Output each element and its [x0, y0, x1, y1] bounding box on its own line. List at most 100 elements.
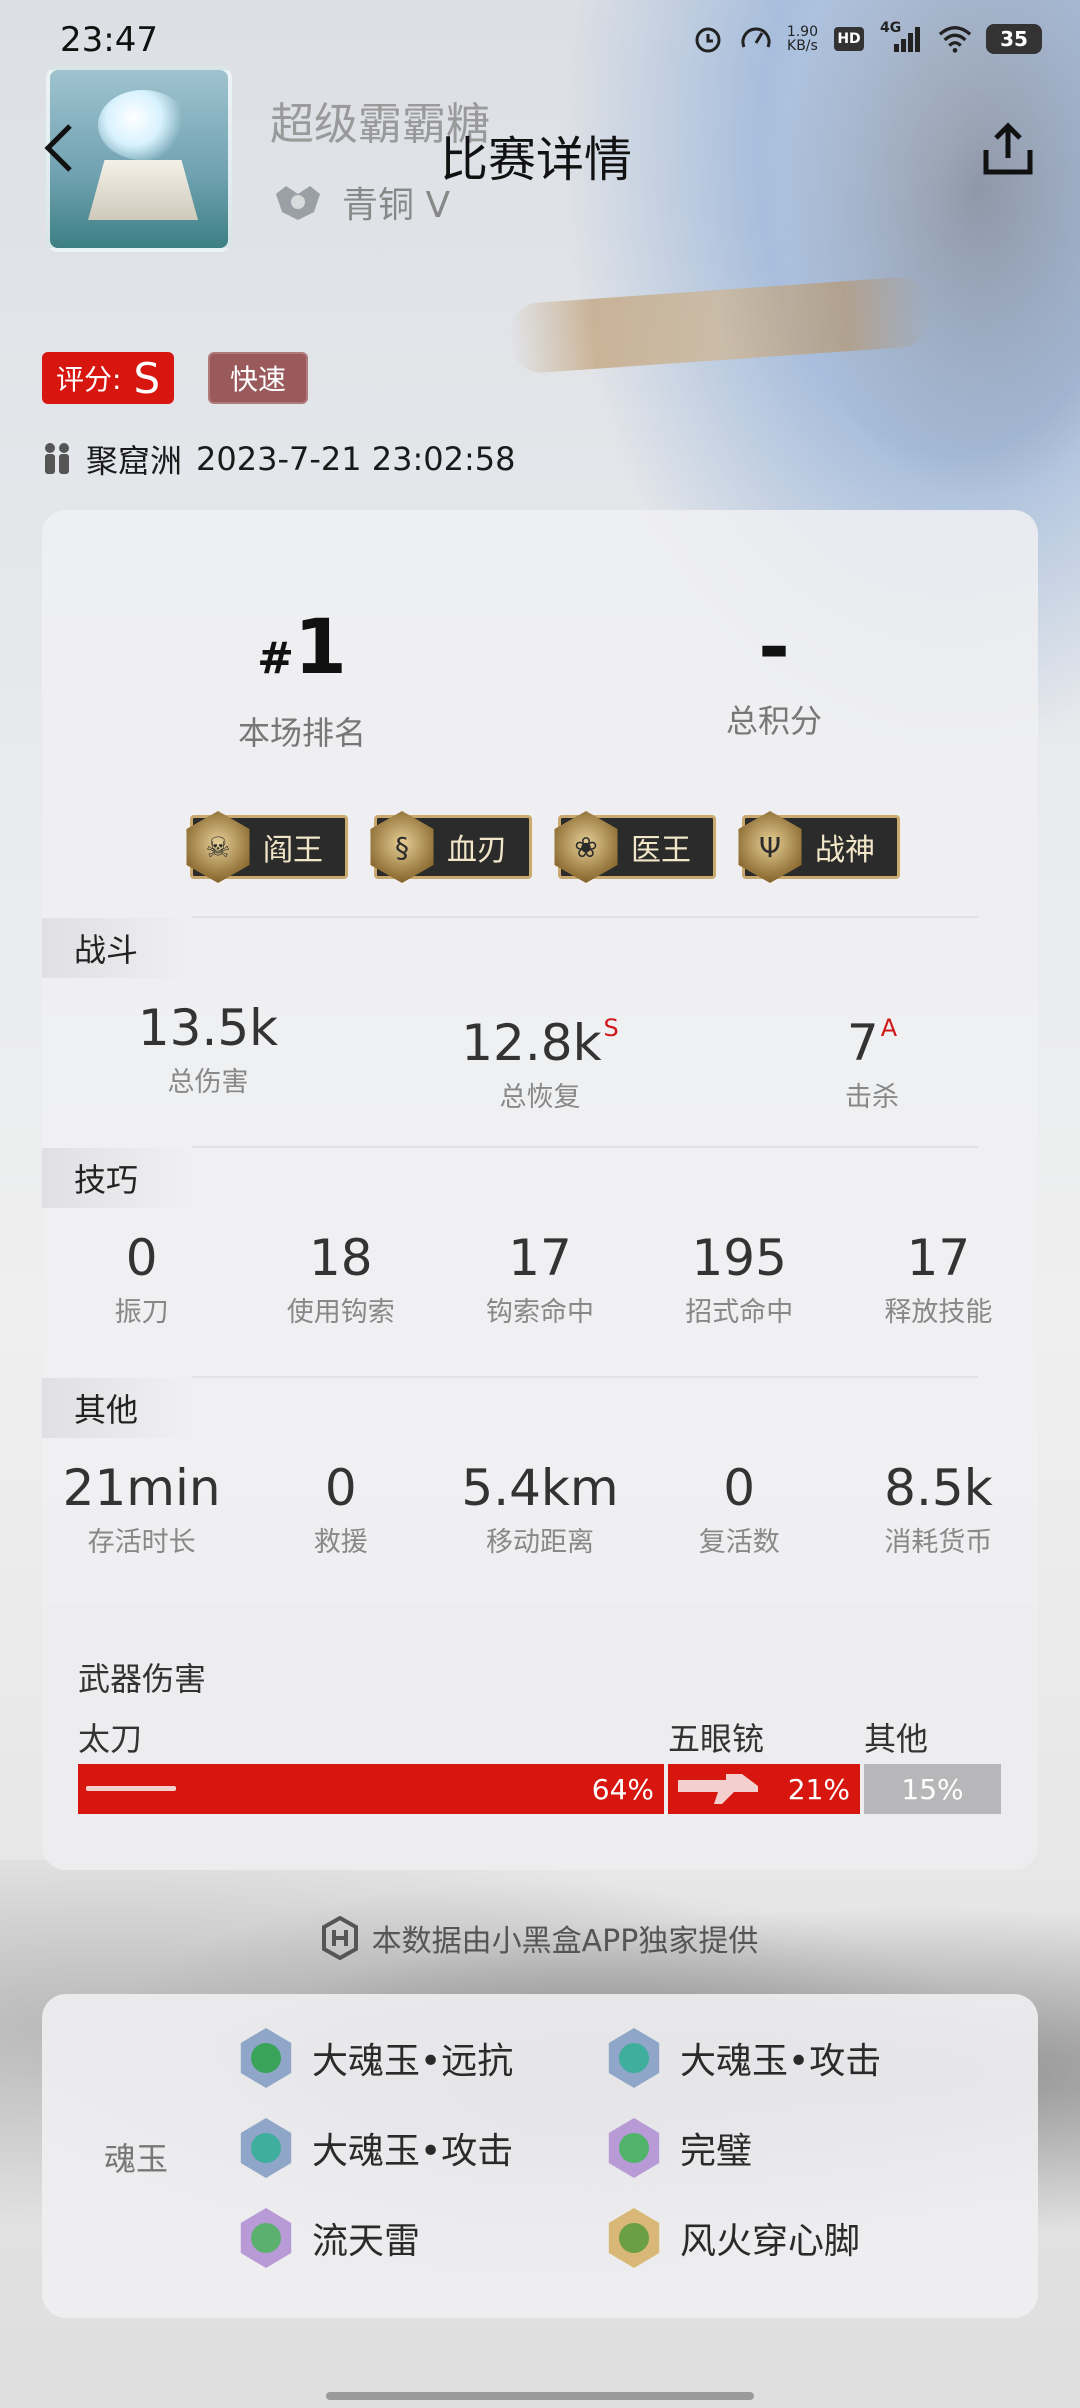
stat-value: 8.5k [884, 1459, 993, 1517]
stat-label: 钩索命中 [486, 1297, 594, 1328]
gun-icon [678, 1774, 758, 1804]
stat-total-damage: 13.5k 总伤害 [42, 998, 374, 1114]
home-indicator[interactable] [326, 2392, 754, 2400]
jade-gem-icon [608, 2118, 660, 2178]
weapon-percent: 15% [901, 1772, 964, 1806]
jade-gem-icon [240, 2028, 292, 2088]
demon-mask-icon: ☠ [186, 811, 250, 883]
stat-skill-cast: 17 释放技能 [839, 1228, 1038, 1329]
match-info: 聚窟洲 2023-7-21 23:02:58 [42, 436, 516, 482]
weapon-percent: 21% [787, 1772, 850, 1806]
stat-value: 0 [324, 1459, 357, 1517]
honor-label: 血刃 [447, 833, 507, 868]
dragon-blade-icon: § [370, 811, 434, 883]
soul-jade-item[interactable]: 大魂玉•远抗 [238, 2028, 513, 2088]
soul-jade-name: 风火穿心脚 [680, 2221, 861, 2262]
score-grade: S [133, 353, 161, 403]
honor-label: 战神 [815, 833, 875, 868]
stat-label: 振刀 [114, 1297, 169, 1328]
stat-label: 复活数 [698, 1527, 780, 1558]
honor-badge[interactable]: ❀ 医王 [554, 811, 716, 883]
divider [192, 916, 978, 918]
alarm-icon [691, 22, 725, 56]
rank-emblem-icon [272, 182, 324, 222]
stat-value: 12.8kS [374, 998, 706, 1073]
rank-label: 本场排名 [237, 714, 366, 752]
stat-label: 总恢复 [499, 1082, 581, 1113]
points-label: 总积分 [725, 702, 822, 740]
soul-jade-item[interactable]: 完璧 [606, 2118, 752, 2178]
page-title: 比赛详情 [440, 132, 633, 188]
soul-jade-item[interactable]: 大魂玉•攻击 [238, 2118, 513, 2178]
points-value: - [758, 602, 790, 691]
stat-label: 释放技能 [884, 1297, 993, 1328]
honor-badge[interactable]: Ψ 战神 [738, 811, 900, 883]
combat-stats: 13.5k 总伤害 12.8kS 总恢复 7A 击杀 [42, 998, 1038, 1114]
avatar-art-swirl [98, 90, 188, 160]
soul-jade-item[interactable]: 风火穿心脚 [606, 2208, 860, 2268]
stat-value: 7A [706, 998, 1038, 1073]
weapon-name: 其他 [864, 1720, 929, 1758]
stat-label: 招式命中 [685, 1297, 794, 1328]
soul-jade-item[interactable]: 流天雷 [238, 2208, 420, 2268]
stat-value: 13.5k [42, 998, 374, 1058]
match-datetime: 2023-7-21 23:02:58 [196, 440, 516, 478]
weapon-percent: 64% [591, 1772, 654, 1806]
stat-label: 移动距离 [486, 1527, 594, 1558]
soul-jade-name: 完璧 [680, 2131, 753, 2172]
data-provider-note: 本数据由小黑盒APP独家提供 [0, 1916, 1080, 1960]
network-label: 4G [880, 20, 902, 36]
soul-jade-label: 魂玉 [104, 2140, 169, 2178]
stat-label: 消耗货币 [884, 1527, 993, 1558]
honor-badge[interactable]: § 血刃 [370, 811, 532, 883]
other-stats: 21min 存活时长 0 救援 5.4km 移动距离 0 复活数 8.5k 消耗… [42, 1458, 1038, 1559]
mode-badge: 快速 [208, 352, 309, 404]
weapon-segment-katana: 64% [78, 1764, 664, 1814]
chevron-left-icon [44, 124, 72, 172]
stat-distance: 5.4km 移动距离 [440, 1458, 639, 1559]
weapon-damage-bar: 64% 21% 15% [78, 1764, 1002, 1814]
rank-number: 1 [293, 602, 347, 691]
stat-number: 13.5k [137, 999, 279, 1057]
honor-badge[interactable]: ☠ 阎王 [186, 811, 348, 883]
stat-value: 17 [906, 1229, 971, 1287]
weapon-damage-section: 武器伤害 太刀 五眼铳 其他 64% 21% 15% [42, 1602, 1038, 1870]
trident-icon: Ψ [738, 811, 802, 883]
stat-value: 195 [691, 1229, 787, 1287]
stat-kills: 7A 击杀 [706, 998, 1038, 1114]
stat-value: 21min [62, 1459, 221, 1517]
score-label: 评分: [56, 363, 122, 396]
stat-currency-spent: 8.5k 消耗货币 [839, 1458, 1038, 1559]
section-skill-title: 技巧 [42, 1148, 192, 1208]
stat-label: 击杀 [845, 1082, 899, 1113]
honor-label: 阎王 [263, 833, 323, 868]
soul-jade-item[interactable]: 大魂玉•攻击 [606, 2028, 881, 2088]
gauge-icon [739, 22, 773, 56]
lotus-icon: ❀ [554, 811, 618, 883]
soul-jade-name: 大魂玉•攻击 [680, 2041, 882, 2082]
soul-jade-card: 魂玉 大魂玉•远抗 大魂玉•攻击 大魂玉•攻击 完璧 流天雷 风火穿心脚 [42, 1994, 1038, 2318]
stat-survival-time: 21min 存活时长 [42, 1458, 241, 1559]
stat-label: 救援 [313, 1527, 368, 1558]
rank-stat: #1 本场排名 [152, 602, 452, 754]
rank-hash: # [257, 633, 294, 684]
soul-jade-name: 大魂玉•攻击 [312, 2131, 514, 2172]
share-icon [983, 122, 1033, 175]
hd-label: HD [834, 27, 864, 51]
stat-hook-used: 18 使用钩索 [241, 1228, 440, 1329]
status-icons: 1.90 KB/s HD 4G 35 [691, 20, 1042, 56]
share-button[interactable] [980, 120, 1036, 180]
weapon-segment-gun: 21% [668, 1764, 860, 1814]
section-combat-title: 战斗 [42, 918, 192, 978]
stat-value: 5.4km [461, 1459, 619, 1517]
stat-grade: A [880, 1014, 898, 1042]
back-button[interactable] [40, 118, 80, 178]
network-speed: 1.90 KB/s [787, 25, 818, 53]
divider [192, 1146, 978, 1148]
stat-revives: 0 复活数 [640, 1458, 839, 1559]
stat-rescue: 0 救援 [241, 1458, 440, 1559]
battery-indicator: 35 [986, 24, 1042, 54]
wifi-icon [938, 22, 972, 56]
hd-icon: HD [832, 22, 866, 56]
jade-gem-icon [608, 2208, 660, 2268]
